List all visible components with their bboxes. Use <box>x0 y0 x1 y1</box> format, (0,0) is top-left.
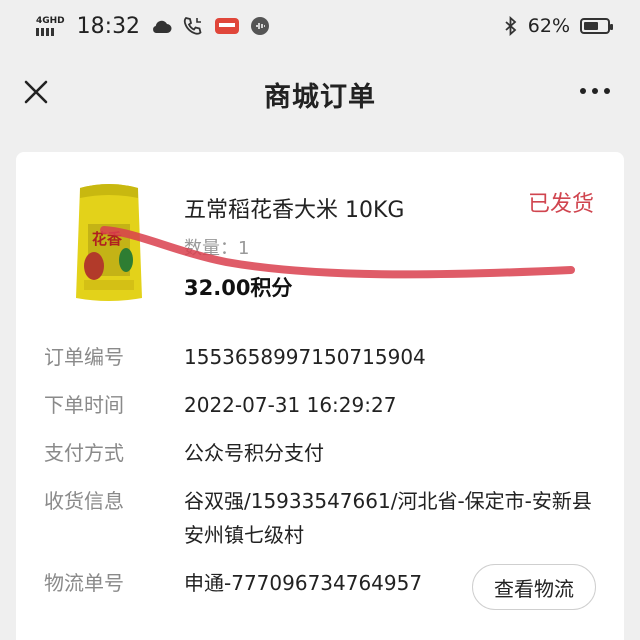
page-title: 商城订单 <box>264 81 376 113</box>
more-options-icon[interactable] <box>580 88 610 94</box>
product-image[interactable]: 花香 <box>74 180 144 302</box>
quantity-value: 1 <box>238 238 250 259</box>
product-image-text: 花香 <box>92 230 122 248</box>
order-time-value: 2022-07-31 16:29:27 <box>184 393 397 417</box>
detail-label: 物流单号 <box>44 571 124 595</box>
network-type: 4GHD <box>36 15 65 26</box>
detail-label: 订单编号 <box>44 345 124 369</box>
close-icon[interactable] <box>20 76 52 108</box>
product-name[interactable]: 五常稻花香大米 10KG <box>184 192 404 224</box>
order-number-value: 1553658997150715904 <box>184 345 426 369</box>
order-status-badge: 已发货 <box>527 192 594 217</box>
price: 32.00积分 <box>184 276 293 300</box>
payment-method-value: 公众号积分支付 <box>184 441 324 465</box>
detail-label: 支付方式 <box>44 441 124 465</box>
quantity-label: 数量： <box>184 238 238 259</box>
audio-message-icon <box>250 16 270 36</box>
order-card: 花香 五常稻花香大米 10KG 已发货 数量：1 32.00积分 订单编号 15… <box>16 152 624 640</box>
detail-label: 收货信息 <box>44 489 124 513</box>
quantity: 数量：1 <box>184 234 249 260</box>
status-bar: 4GHD 18:32 62% <box>0 0 640 52</box>
battery-icon <box>580 18 613 34</box>
bluetooth-icon <box>504 16 518 36</box>
phone-call-icon <box>182 16 204 36</box>
cloud-icon <box>150 18 172 34</box>
nav-bar: 商城订单 <box>0 52 640 136</box>
battery-percent: 62% <box>527 15 570 37</box>
cellular-signal-icon: 4GHD <box>36 15 65 36</box>
shipping-info-value: 谷双强/15933547661/河北省-保定市-安新县安州镇七级村 <box>184 489 592 547</box>
detail-label: 下单时间 <box>44 393 124 417</box>
clock: 18:32 <box>76 13 141 39</box>
view-logistics-button[interactable]: 查看物流 <box>472 564 596 610</box>
app-notification-icon <box>214 16 240 36</box>
battery-fill <box>584 22 598 30</box>
